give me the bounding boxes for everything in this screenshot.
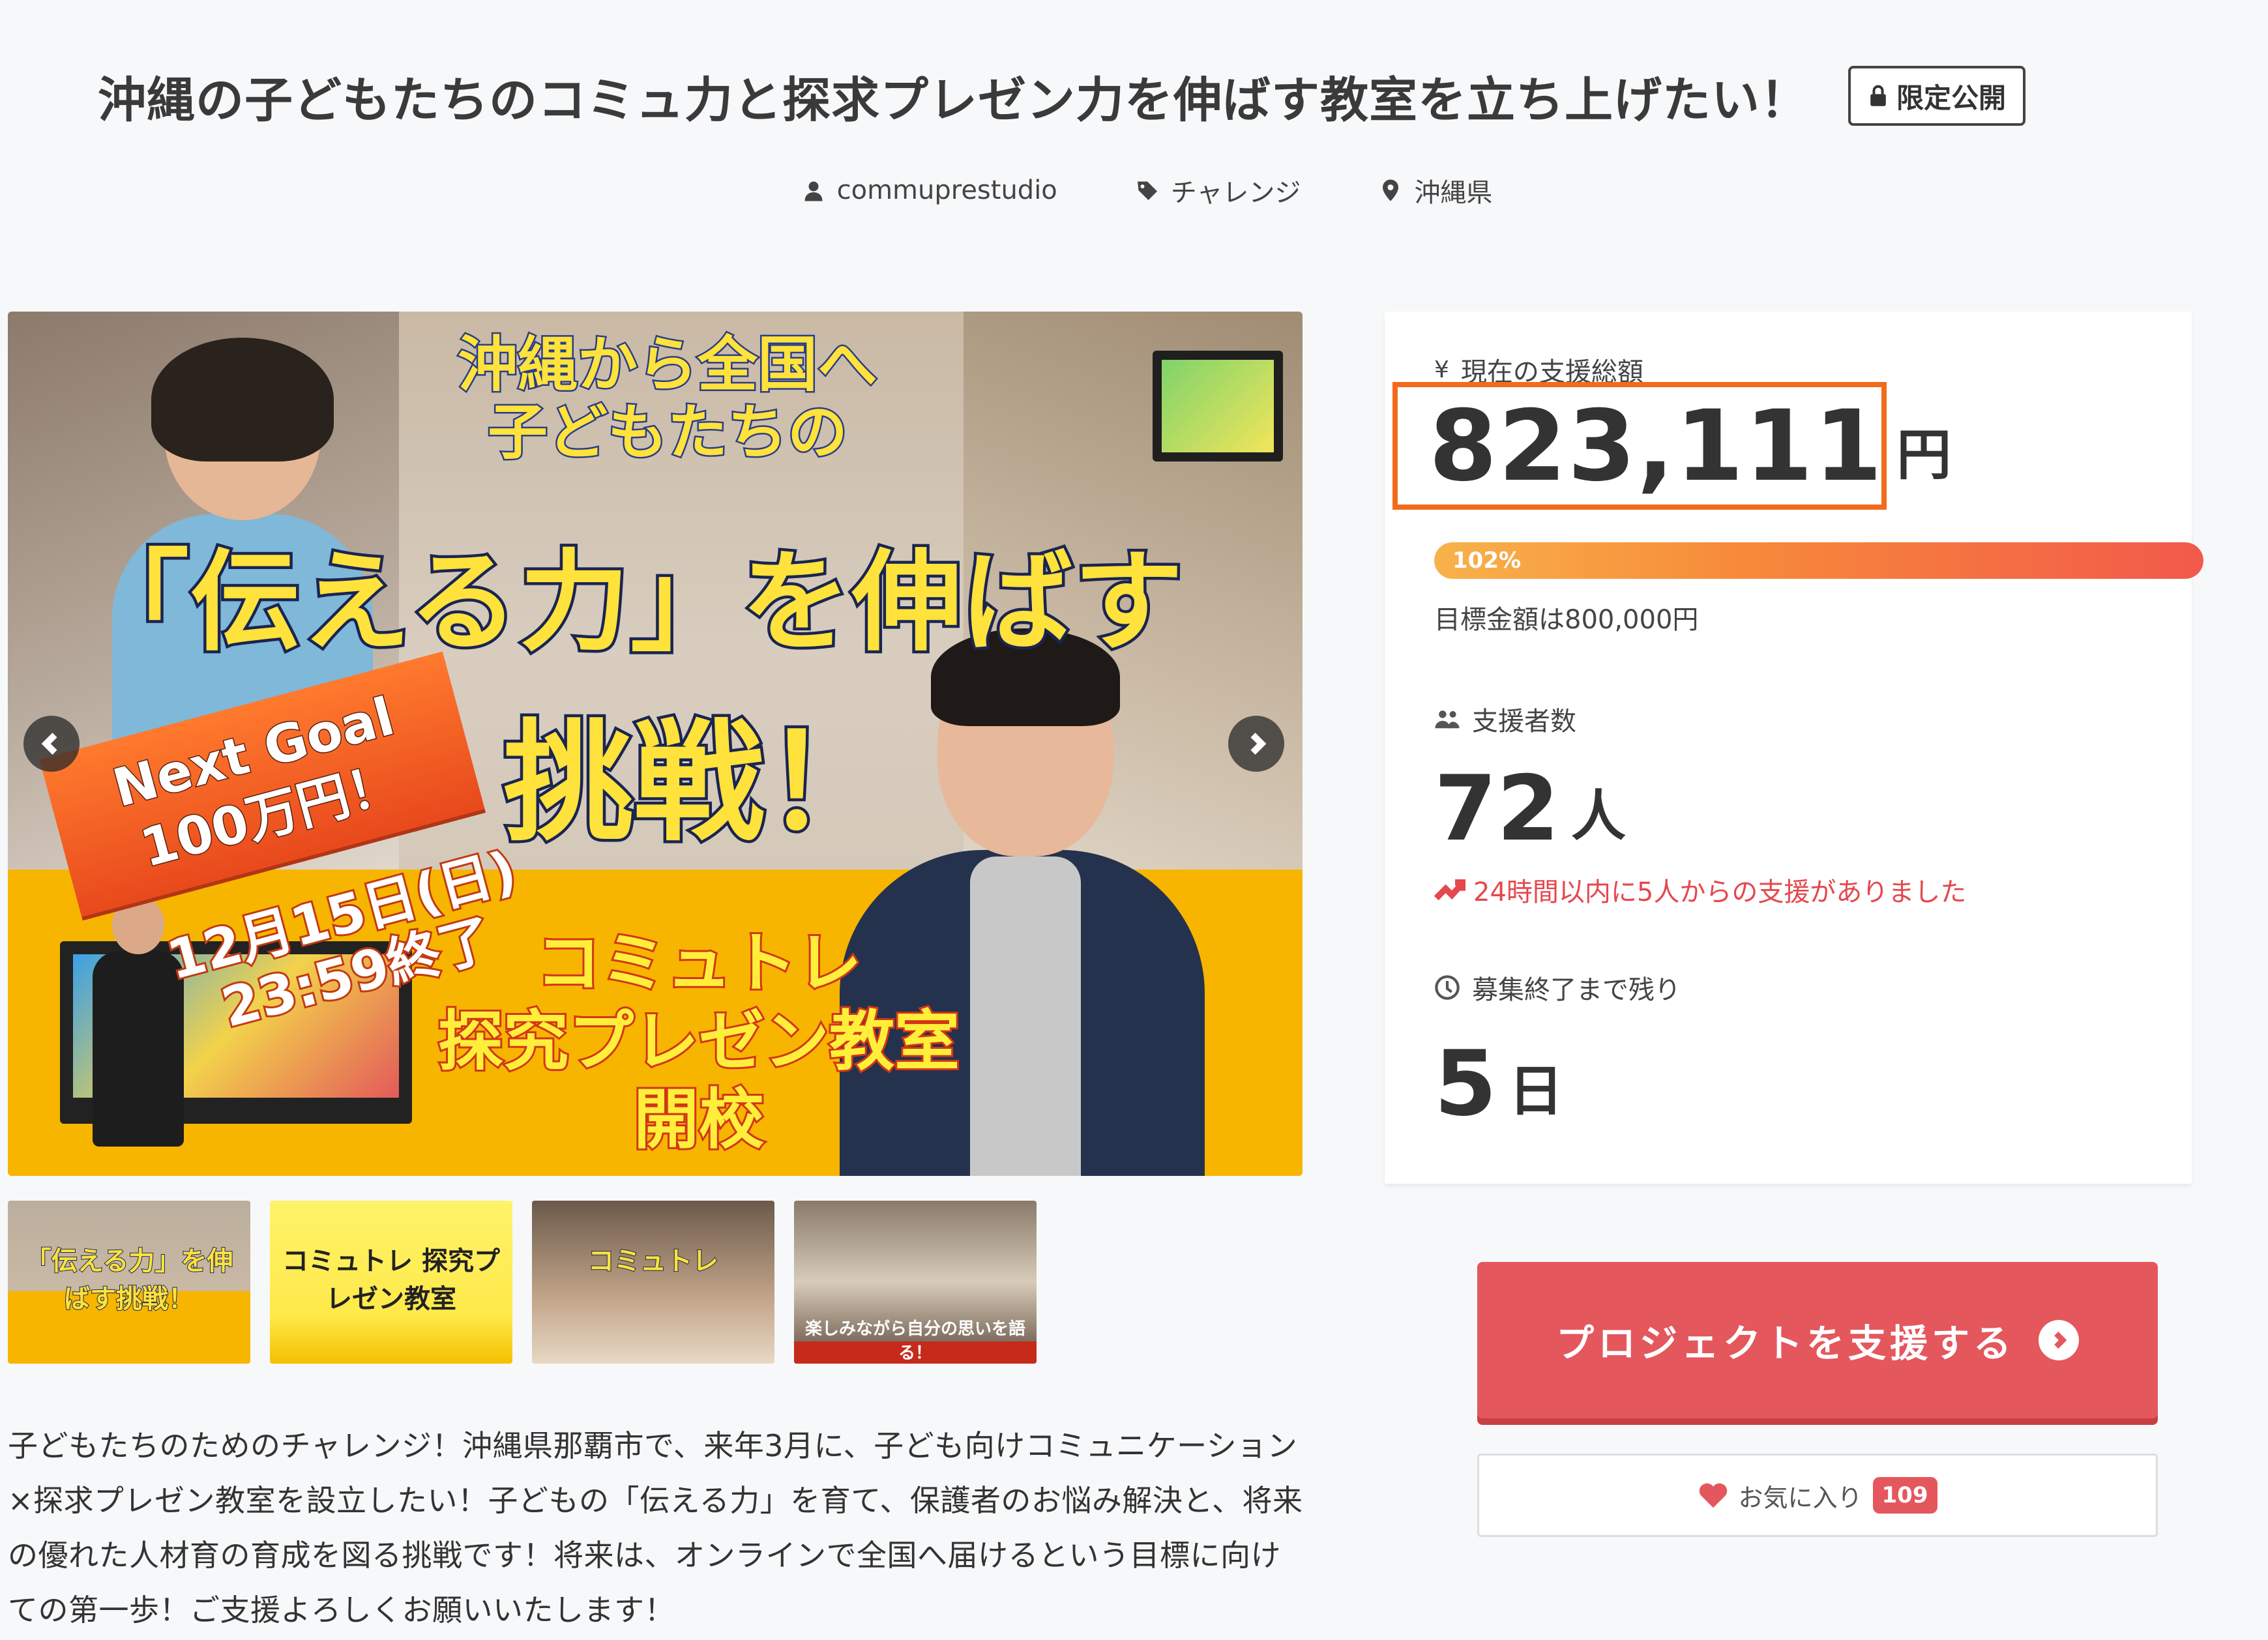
trending-up-icon [1434, 879, 1465, 901]
thumbnail-2[interactable]: コミュトレ 探究プレゼン教室 [270, 1201, 512, 1364]
thumbnail-4[interactable]: 楽しみながら自分の思いを語る！ [794, 1201, 1037, 1364]
total-amount-value: 823,111 [1429, 390, 1884, 503]
thumbnail-3[interactable]: コミュトレ [532, 1201, 774, 1364]
carousel-next-button[interactable] [1228, 716, 1284, 772]
chevron-left-icon [41, 733, 57, 755]
project-header: 沖縄の子どもたちのコミュ力と探求プレゼン力を伸ばす教室を立ち上げたい！ 限定公開 [98, 60, 2184, 132]
support-project-button[interactable]: プロジェクトを支援する [1477, 1262, 2158, 1418]
funding-progress-percent: 102% [1452, 548, 1522, 574]
total-amount-highlight: 823,111 円 [1392, 382, 1951, 510]
supporters-count: 72 人 [1434, 756, 1627, 861]
thumbnail-1[interactable]: 「伝える力」を伸ばす挑戦！ [8, 1201, 250, 1364]
hero-tv-top [1153, 351, 1283, 461]
hero-headline-top: 沖縄から全国へ 子どもたちの [456, 329, 879, 468]
hero-school-name: コミュトレ 探究プレゼン教室 開校 [436, 923, 962, 1160]
visibility-badge-label: 限定公開 [1896, 81, 2007, 114]
chevron-circle-right-icon [2039, 1320, 2079, 1360]
heart-icon [1699, 1483, 1727, 1508]
funding-progress-fill: 102% [1434, 542, 2203, 579]
project-meta: commuprestudio チャレンジ 沖縄県 [0, 171, 2268, 210]
lock-icon [1870, 85, 1886, 106]
hero-headline-challenge: 挑戦！ [500, 705, 897, 862]
thumbnail-strip: 「伝える力」を伸ばす挑戦！ コミュトレ 探究プレゼン教室 コミュトレ 楽しみなが… [8, 1201, 1037, 1364]
favorite-count-badge: 109 [1872, 1477, 1937, 1514]
favorite-label: お気に入り [1738, 1483, 1863, 1512]
chevron-right-icon [1250, 733, 1267, 755]
yen-icon: ¥ [1434, 356, 1449, 383]
map-pin-icon [1383, 179, 1399, 201]
category-name: チャレンジ [1170, 178, 1301, 208]
hero-headline-main: 「伝える力」を伸ばす [77, 536, 1186, 669]
funding-stats-panel: ¥ 現在の支援総額 823,111 円 102% 目標金額は800,000円 支… [1385, 312, 2203, 1184]
remaining-label: 募集終了まで残り [1434, 969, 1681, 1006]
tag-icon [1137, 181, 1157, 200]
carousel-prev-button[interactable] [23, 716, 80, 772]
owner-link[interactable]: commuprestudio [802, 175, 1057, 205]
favorite-button[interactable]: お気に入り 109 [1477, 1454, 2158, 1537]
goal-amount-text: 目標金額は800,000円 [1434, 605, 1699, 635]
support-project-label: プロジェクトを支援する [1555, 1321, 2015, 1366]
group-icon [1435, 710, 1460, 729]
hero-image[interactable]: 沖縄から全国へ 子どもたちの 「伝える力」を伸ばす 挑戦！ Next Goal … [8, 312, 1303, 1176]
funding-progress-bar: 102% [1434, 542, 2203, 579]
project-description: 子どもたちのためのチャレンジ！沖縄県那覇市で、来年3月に、子ども向けコミュニケー… [8, 1428, 1303, 1628]
location-name: 沖縄県 [1414, 178, 1493, 208]
user-icon [804, 181, 823, 201]
location-link[interactable]: 沖縄県 [1379, 171, 1492, 209]
total-amount-unit: 円 [1896, 423, 1952, 487]
supporters-label: 支援者数 [1434, 700, 1576, 738]
visibility-badge: 限定公開 [1848, 66, 2026, 126]
project-title: 沖縄の子どもたちのコミュ力と探求プレゼン力を伸ばす教室を立ち上げたい！ [98, 72, 1809, 128]
remaining-days: 5 日 [1434, 1031, 1564, 1136]
clock-icon [1435, 975, 1460, 1000]
category-link[interactable]: チャレンジ [1136, 171, 1301, 209]
recent-support-notice: 24時間以内に5人からの支援がありました [1434, 871, 1966, 909]
owner-name: commuprestudio [836, 175, 1057, 205]
